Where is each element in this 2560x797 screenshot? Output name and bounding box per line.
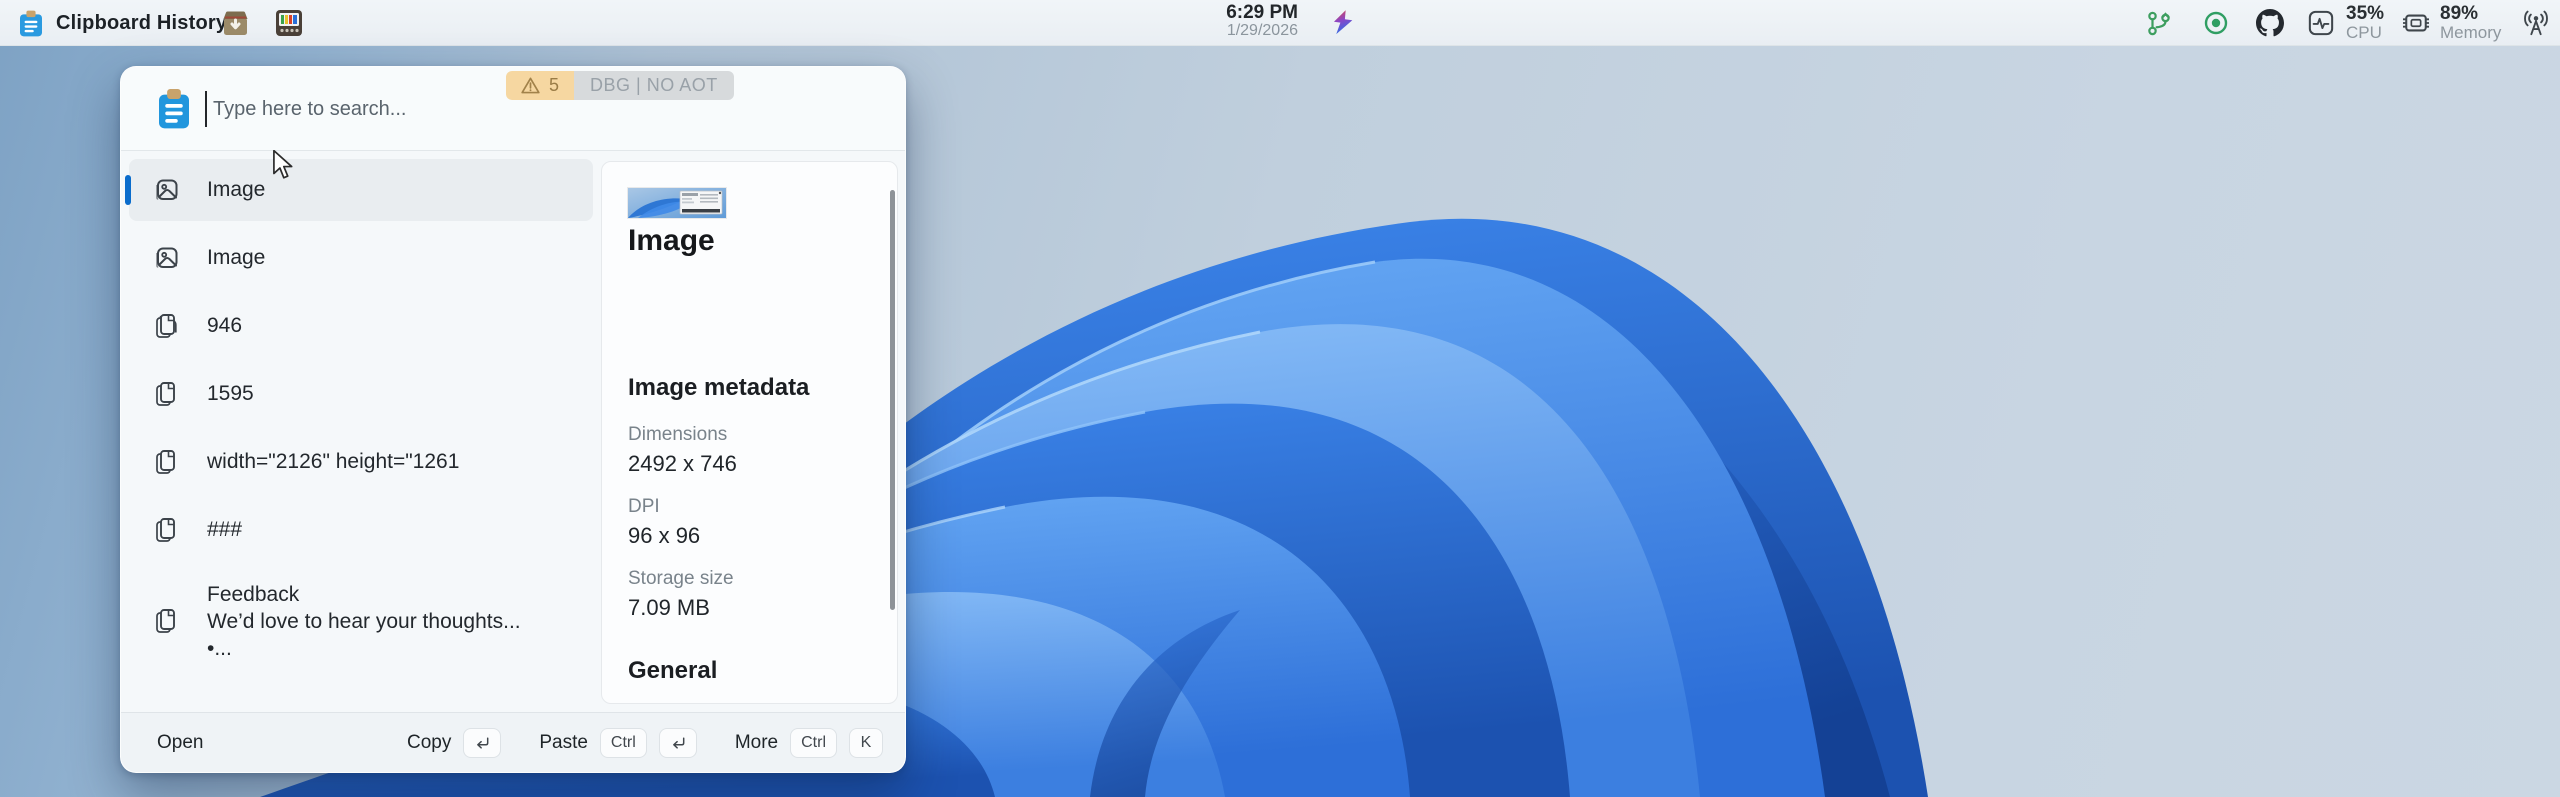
image-thumbnail [628,188,726,218]
enter-key [463,728,501,758]
image-icon [155,246,179,270]
warning-count: 5 [549,75,559,96]
ctrl-key: Ctrl [790,728,837,758]
enter-key [659,728,697,758]
list-item-feedback[interactable]: Feedback We’d love to hear your thoughts… [129,567,593,675]
record-icon[interactable] [2204,11,2228,35]
clipboard-icon [20,10,42,37]
memory-stat[interactable]: 89% Memory [2440,4,2518,42]
feedback-subtitle: We’d love to hear your thoughts... [207,608,521,635]
activity-monitor-icon[interactable] [2308,10,2334,36]
field-value: 96 x 96 [628,523,700,549]
date: 1/29/2026 [1168,23,1298,40]
clipboard-list: Image Image [129,159,593,681]
debug-badges: 5 DBG | NO AOT [506,71,734,100]
field-label: Storage size [628,568,734,590]
field-label: Dimensions [628,424,727,446]
git-branch-icon[interactable] [2146,10,2172,37]
selection-accent-bar [125,175,131,205]
memory-value: 89% [2440,4,2518,24]
text-snippet-icon [155,609,179,634]
text-snippet-icon [155,518,179,543]
text-caret [205,91,207,127]
command-bar: Open Copy Paste Ctrl More Ctrl K [121,712,905,772]
memory-chip-icon[interactable] [2402,10,2430,36]
more-command[interactable]: More [735,732,778,754]
clipboard-history-window: Type here to search... 5 DBG | NO AOT [120,66,906,773]
detail-title: Image [628,224,715,258]
warning-icon [521,77,540,94]
archive-box-icon[interactable] [222,10,249,36]
desktop: Clipboard History 6:29 PM 1/29/2026 [0,0,2560,797]
cpu-stat[interactable]: 35% CPU [2346,4,2408,42]
metadata-heading: Image metadata [628,374,809,402]
feedback-title: Feedback [207,581,521,608]
search-input[interactable]: Type here to search... [213,67,406,151]
field-value: 7.09 MB [628,595,710,621]
time: 6:29 PM [1168,3,1298,23]
list-item-label: 946 [207,314,242,338]
app-grid-icon[interactable] [276,10,302,36]
k-key: K [849,728,883,758]
github-icon[interactable] [2256,9,2284,37]
list-item-label: width="2126" height="1261 [207,450,459,474]
general-heading: General [628,657,717,685]
warning-badge[interactable]: 5 [506,71,574,100]
list-item-image-selected[interactable]: Image [129,159,593,221]
list-item-text[interactable]: 946 [129,295,593,357]
list-item-label: Image [207,178,265,202]
open-command[interactable]: Open [157,732,203,754]
list-item-label: 1595 [207,382,254,406]
cursor-icon [272,150,298,180]
debug-label: DBG | NO AOT [590,75,718,96]
powertoys-bolt-icon[interactable] [1333,10,1353,35]
list-item-text[interactable]: ### [129,499,593,561]
list-item-text[interactable]: 1595 [129,363,593,425]
detail-pane: Image Image metadata Dimensions 2492 x 7… [601,161,898,704]
ctrl-key: Ctrl [600,728,647,758]
list-item-label: ### [207,518,242,542]
search-clipboard-icon [159,87,189,131]
debug-mode-badge: DBG | NO AOT [574,71,734,100]
text-snippet-icon [155,314,179,339]
list-item-image[interactable]: Image [129,227,593,289]
clock[interactable]: 6:29 PM 1/29/2026 [1168,3,1298,40]
text-snippet-icon [155,450,179,475]
cpu-value: 35% [2346,4,2408,24]
enter-key-icon [670,736,686,750]
feedback-ellipsis: •... [207,635,521,662]
list-item-label: Image [207,246,265,270]
image-icon [155,178,179,202]
list-item-text[interactable]: width="2126" height="1261 [129,431,593,493]
top-menu-bar: Clipboard History 6:29 PM 1/29/2026 [0,0,2560,46]
text-snippet-icon [155,382,179,407]
detail-scrollbar[interactable] [890,190,895,610]
field-label: DPI [628,496,660,518]
copy-command[interactable]: Copy [407,732,451,754]
cpu-label: CPU [2346,24,2408,42]
memory-label: Memory [2440,24,2518,42]
field-value: 2492 x 746 [628,451,737,477]
app-title: Clipboard History [56,12,227,35]
enter-key-icon [474,736,490,750]
broadcast-antenna-icon[interactable] [2522,9,2550,37]
paste-command[interactable]: Paste [539,732,588,754]
